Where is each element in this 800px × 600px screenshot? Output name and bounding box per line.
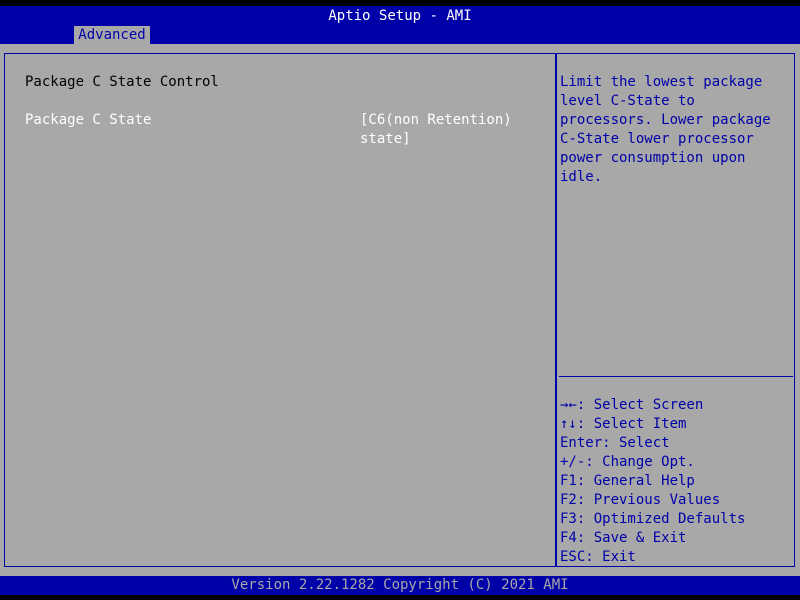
- key-help-item: F2: Previous Values: [560, 492, 721, 508]
- key-help-item: ESC: Exit: [560, 549, 636, 565]
- key-help-item: F4: Save & Exit: [560, 530, 687, 546]
- key-help-item: +/-: Change Opt.: [560, 454, 695, 470]
- key-help-list: →←: Select Screen ↑↓: Select Item Enter:…: [560, 396, 792, 567]
- content-frame: Package C State Control Package C State …: [4, 53, 795, 567]
- version-footer: Version 2.22.1282 Copyright (C) 2021 AMI: [0, 576, 800, 595]
- tab-advanced[interactable]: Advanced: [74, 26, 150, 44]
- key-help-item: →←: Select Screen: [560, 397, 704, 413]
- key-help-item: F1: General Help: [560, 473, 695, 489]
- setting-value[interactable]: [C6(non Retention) state]: [360, 111, 520, 149]
- main-panel: Package C State Control Package C State …: [0, 44, 800, 576]
- setting-label: Package C State: [25, 112, 152, 128]
- key-help-item: F3: Optimized Defaults: [560, 511, 746, 527]
- app-title: Aptio Setup - AMI: [328, 8, 472, 24]
- key-help-item: Enter: Select: [560, 435, 670, 451]
- help-description: Limit the lowest package level C-State t…: [560, 74, 771, 185]
- help-divider: [559, 376, 793, 377]
- section-title: Package C State Control: [25, 74, 219, 90]
- key-help-item: ↑↓: Select Item: [560, 416, 687, 432]
- setting-package-c-state[interactable]: Package C State [C6(non Retention) state…: [25, 111, 525, 151]
- panel-divider: [555, 54, 557, 566]
- title-bar: Aptio Setup - AMI Advanced: [0, 6, 800, 44]
